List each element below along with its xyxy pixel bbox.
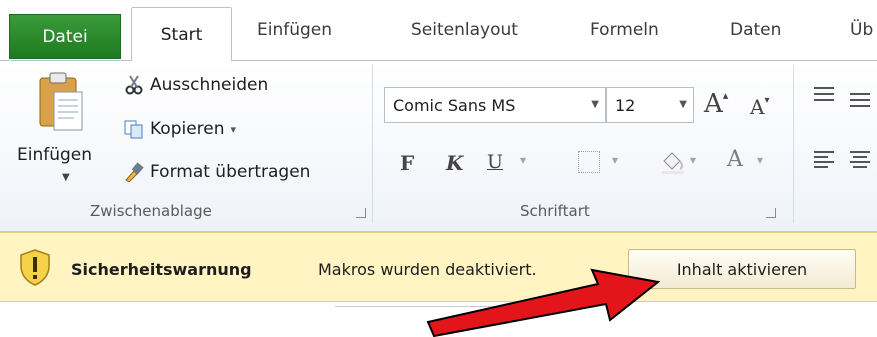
shrink-font-icon[interactable]: A▾ — [750, 95, 769, 119]
bold-button[interactable]: F — [400, 151, 414, 175]
paste-icon[interactable] — [38, 72, 84, 134]
border-icon[interactable] — [578, 151, 600, 173]
copy-button[interactable]: Kopieren ▾ — [124, 119, 236, 139]
ribbon: Einfügen ▼ Ausschneiden Kopieren ▾ Forma… — [0, 60, 877, 232]
border-dropdown-icon[interactable]: ▾ — [612, 153, 618, 167]
tab-start[interactable]: Start — [131, 7, 232, 61]
cut-button[interactable]: Ausschneiden — [124, 75, 268, 95]
font-name-value: Comic Sans MS — [393, 95, 516, 115]
clipboard-group-label: Zwischenablage — [90, 202, 212, 220]
format-painter-label: Format übertragen — [150, 162, 311, 182]
font-dialog-launcher-icon[interactable] — [766, 208, 776, 218]
cut-label: Ausschneiden — [150, 75, 269, 95]
align-center-icon[interactable] — [848, 149, 872, 171]
tab-file[interactable]: Datei — [9, 14, 121, 59]
group-divider — [793, 65, 794, 223]
align-left-icon[interactable] — [812, 149, 836, 171]
grow-font-icon[interactable]: A▴ — [704, 89, 728, 119]
ribbon-tabs: Datei Start Einfügen Seitenlayout Formel… — [0, 0, 877, 61]
tab-formulas[interactable]: Formeln — [590, 20, 659, 40]
fill-color-dropdown-icon[interactable]: ▾ — [690, 153, 696, 167]
security-warning-title: Sicherheitswarnung — [71, 260, 252, 279]
tab-page-layout[interactable]: Seitenlayout — [411, 20, 518, 40]
group-divider — [372, 65, 373, 223]
tab-insert[interactable]: Einfügen — [257, 20, 332, 40]
format-painter-button[interactable]: Format übertragen — [124, 162, 310, 182]
chevron-down-icon[interactable]: ▼ — [679, 99, 687, 110]
tab-data[interactable]: Daten — [730, 20, 781, 40]
italic-button[interactable]: K — [446, 151, 463, 175]
copy-label: Kopieren — [150, 119, 225, 139]
clipboard-dialog-launcher-icon[interactable] — [356, 208, 366, 218]
font-size-combobox[interactable]: 12 ▼ — [606, 87, 694, 123]
paste-dropdown-icon[interactable]: ▼ — [62, 172, 70, 183]
copy-icon — [124, 120, 143, 139]
font-name-combobox[interactable]: Comic Sans MS ▼ — [384, 87, 606, 123]
copy-dropdown-icon[interactable]: ▾ — [231, 123, 237, 136]
font-size-value: 12 — [615, 95, 636, 115]
underline-dropdown-icon[interactable]: ▾ — [520, 153, 526, 167]
red-arrow-icon — [426, 268, 661, 337]
font-color-dropdown-icon[interactable]: ▾ — [757, 153, 763, 167]
format-painter-icon — [125, 162, 144, 182]
paste-button-label[interactable]: Einfügen — [17, 145, 92, 165]
shield-warning-icon — [20, 249, 50, 286]
font-color-icon[interactable]: A — [727, 147, 743, 172]
font-group-label: Schriftart — [520, 202, 590, 220]
align-top-icon[interactable] — [812, 85, 836, 103]
tab-review-partial[interactable]: Üb — [850, 20, 873, 40]
chevron-down-icon[interactable]: ▼ — [591, 99, 599, 110]
underline-button[interactable]: U — [487, 151, 503, 173]
fill-color-icon[interactable] — [660, 149, 686, 175]
scissors-icon — [125, 75, 143, 95]
align-middle-icon[interactable] — [848, 91, 872, 109]
